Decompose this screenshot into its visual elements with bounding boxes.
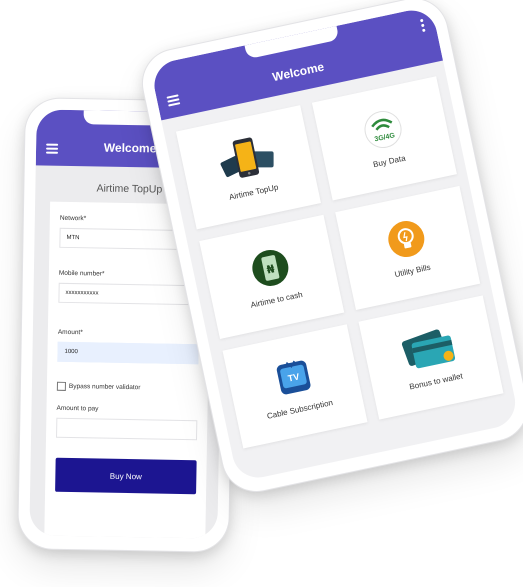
tile-buy-data[interactable]: 3G/4G Buy Data bbox=[311, 76, 457, 201]
amount-value: 1000 bbox=[64, 348, 78, 356]
credit-cards-icon bbox=[401, 329, 455, 369]
bypass-label: Bypass number validator bbox=[68, 382, 141, 392]
amount-input[interactable]: 1000 bbox=[57, 341, 199, 365]
network-value: MTN bbox=[66, 234, 80, 242]
amount-to-pay-label: Amount to pay bbox=[56, 404, 99, 413]
phone-notch bbox=[244, 25, 340, 60]
hamburger-icon[interactable] bbox=[45, 143, 59, 154]
tile-label: Airtime to cash bbox=[249, 289, 304, 310]
app-bar-title: Welcome bbox=[103, 140, 157, 156]
lightbulb-icon bbox=[387, 221, 424, 258]
tile-airtime-topup[interactable]: Airtime TopUp bbox=[175, 105, 321, 230]
buy-now-button[interactable]: Buy Now bbox=[55, 457, 197, 495]
services-grid: Airtime TopUp 3G/4G Buy Data ₦ Airtime t… bbox=[175, 76, 504, 449]
tile-label: Buy Data bbox=[372, 153, 407, 170]
mobile-input[interactable]: xxxxxxxxxxx bbox=[58, 282, 200, 306]
tile-utility-bills[interactable]: Utility Bills bbox=[335, 185, 481, 311]
amount-to-pay-input[interactable] bbox=[56, 417, 198, 441]
tile-label: Utility Bills bbox=[393, 262, 432, 280]
airtime-phone-icon bbox=[220, 137, 274, 178]
tile-label: Cable Subscription bbox=[266, 398, 334, 421]
tv-icon: TV bbox=[276, 360, 311, 395]
amount-label: Amount* bbox=[57, 328, 83, 337]
mobile-value: xxxxxxxxxxx bbox=[65, 289, 99, 297]
tile-label: Airtime TopUp bbox=[228, 182, 280, 202]
bypass-checkbox-row[interactable]: Bypass number validator bbox=[56, 381, 198, 393]
app-bar-title: Welcome bbox=[271, 59, 326, 85]
tile-airtime-to-cash[interactable]: ₦ Airtime to cash bbox=[199, 214, 345, 339]
tile-bonus-to-wallet[interactable]: Bonus to wallet bbox=[358, 295, 504, 420]
naira-phone-icon: ₦ bbox=[251, 250, 288, 287]
tile-cable-subscription[interactable]: TV Cable Subscription bbox=[222, 324, 368, 449]
hamburger-icon[interactable] bbox=[166, 94, 181, 107]
kebab-icon[interactable] bbox=[419, 18, 427, 35]
bypass-checkbox[interactable] bbox=[56, 381, 66, 391]
mobile-label: Mobile number* bbox=[58, 269, 105, 278]
3g-4g-wifi-icon: 3G/4G bbox=[364, 111, 402, 149]
